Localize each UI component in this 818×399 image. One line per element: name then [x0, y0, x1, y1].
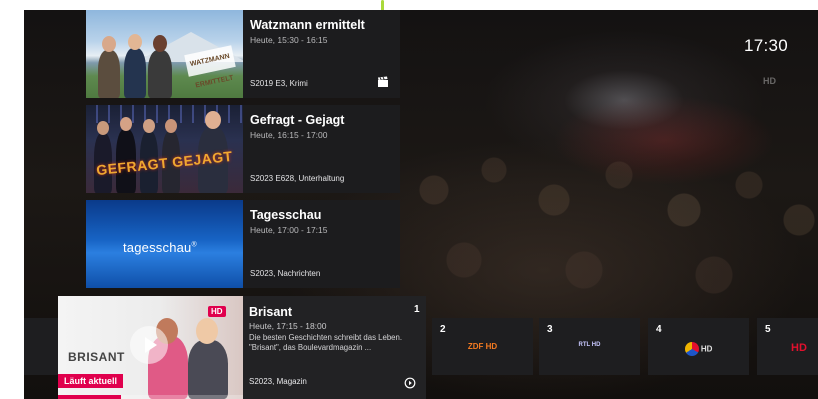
channel-logo: HD: [648, 342, 749, 356]
progress-bar: [58, 395, 243, 399]
brisant-logo: BRISANT: [68, 350, 125, 364]
program-description: Die besten Geschichten schreibt das Lebe…: [249, 333, 402, 352]
program-title: Gefragt - Gejagt: [250, 113, 345, 127]
program-time: Heute, 16:15 - 17:00: [250, 130, 328, 140]
channel-number: 1: [414, 304, 420, 315]
program-meta: S2019 E3, Krimi: [250, 79, 308, 88]
channel-logo: HD: [208, 306, 226, 317]
play-icon[interactable]: [130, 326, 168, 364]
channel-card-4[interactable]: 4 HD: [648, 318, 749, 375]
program-meta: S2023 E628, Unterhaltung: [250, 174, 345, 183]
channel-logo: RTL HD: [578, 342, 601, 348]
program-time: Heute, 17:00 - 17:15: [250, 225, 328, 235]
channel-card-5[interactable]: 5 HD: [757, 318, 818, 375]
program-meta: S2023, Magazin: [249, 377, 307, 386]
progress-fill: [58, 395, 121, 399]
program-title: Tagesschau: [250, 208, 322, 222]
program-card-gefragt-gejagt[interactable]: GEFRAGT GEJAGT Gefragt - Gejagt Heute, 1…: [86, 105, 400, 193]
channel-card-3[interactable]: 3 RTL HD: [539, 318, 640, 375]
clock: 17:30: [744, 36, 789, 55]
channel-number: 4: [656, 324, 662, 335]
live-badge: Läuft aktuell: [58, 374, 124, 388]
channel-logo: HD: [791, 342, 807, 354]
program-thumbnail: tagesschau®: [86, 200, 243, 288]
program-card-tagesschau[interactable]: tagesschau® Tagesschau Heute, 17:00 - 17…: [86, 200, 400, 288]
channel-number: 5: [765, 324, 771, 335]
current-program-card[interactable]: BRISANT HD Läuft aktuell Brisant Heute, …: [58, 296, 426, 399]
program-meta: S2023, Nachrichten: [250, 269, 321, 278]
channel-card-2[interactable]: 2 ZDF HD: [432, 318, 533, 375]
replay-icon[interactable]: [404, 377, 416, 389]
program-thumbnail: WATZMANN ERMITTELT: [86, 10, 243, 98]
tagesschau-logo: tagesschau®: [123, 240, 197, 255]
program-title: Brisant: [249, 305, 293, 319]
program-time: Heute, 17:15 - 18:00: [249, 321, 327, 331]
channel-number: 3: [547, 324, 553, 335]
channel-logo: ZDF HD: [467, 342, 498, 351]
program-thumbnail: GEFRAGT GEJAGT: [86, 105, 243, 193]
channel-number: 2: [440, 324, 446, 335]
program-title: Watzmann ermittelt: [250, 18, 365, 32]
channel-card-previous[interactable]: [24, 318, 58, 375]
channel-hd-tag: HD: [763, 76, 776, 86]
current-program-thumbnail: BRISANT HD Läuft aktuell: [58, 296, 243, 399]
clapperboard-icon: [378, 76, 388, 87]
program-card-watzmann[interactable]: WATZMANN ERMITTELT Watzmann ermittelt He…: [86, 10, 400, 98]
background-audience: [404, 130, 818, 330]
program-time: Heute, 15:30 - 16:15: [250, 35, 328, 45]
